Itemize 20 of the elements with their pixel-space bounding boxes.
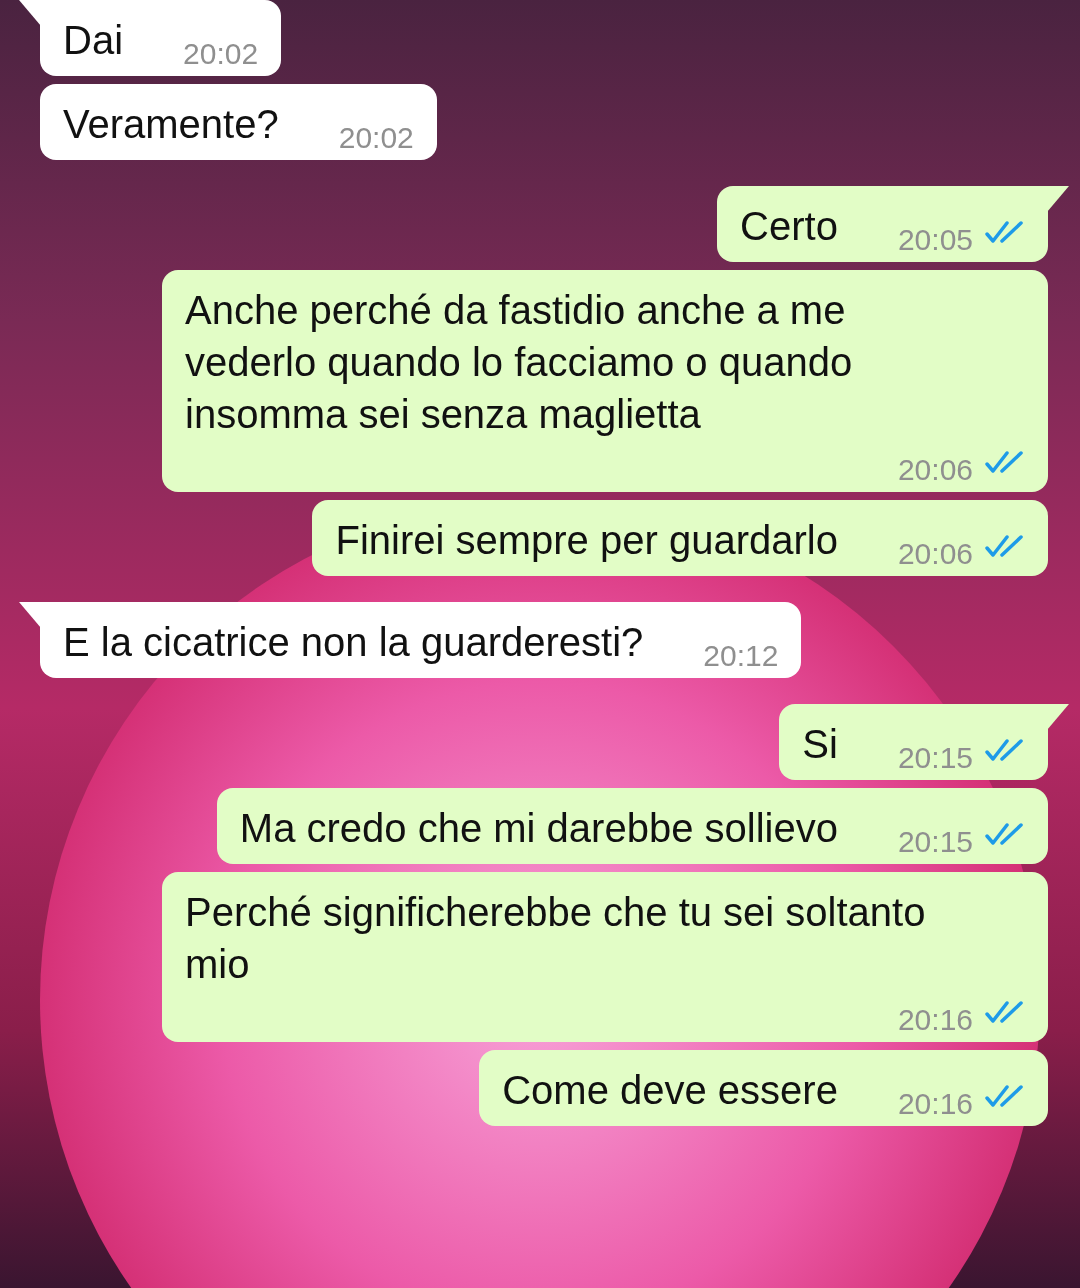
message-time: 20:15 [897, 824, 973, 860]
message-text: Dai [63, 17, 124, 64]
message-text: E la cicatrice non la guarderesti? [63, 619, 644, 666]
message-time: 20:15 [897, 740, 973, 776]
message-time: 20:12 [703, 638, 779, 674]
message-text: Come deve essere [502, 1067, 838, 1114]
message-time: 20:16 [897, 1086, 973, 1122]
message-time: 20:02 [183, 36, 259, 72]
message-text: Si [802, 721, 838, 768]
message-time: 20:16 [897, 1002, 973, 1038]
message-time: 20:02 [338, 120, 414, 156]
message-text: Finirei sempre per guardarlo [335, 517, 838, 564]
message-text: Perché significherebbe che tu sei soltanto mio [185, 889, 927, 988]
message-text: Certo [740, 203, 838, 250]
message-text: Ma credo che mi darebbe sollievo [239, 805, 838, 852]
message-time: 20:05 [897, 222, 973, 258]
message-time: 20:06 [897, 536, 973, 572]
message-text: Anche perché da fastidio anche a me vederlo quando lo facciamo o quando insomma sei senza maglietta [185, 287, 854, 438]
message-time: 20:06 [897, 452, 973, 488]
message-text: Veramente? [63, 101, 279, 148]
